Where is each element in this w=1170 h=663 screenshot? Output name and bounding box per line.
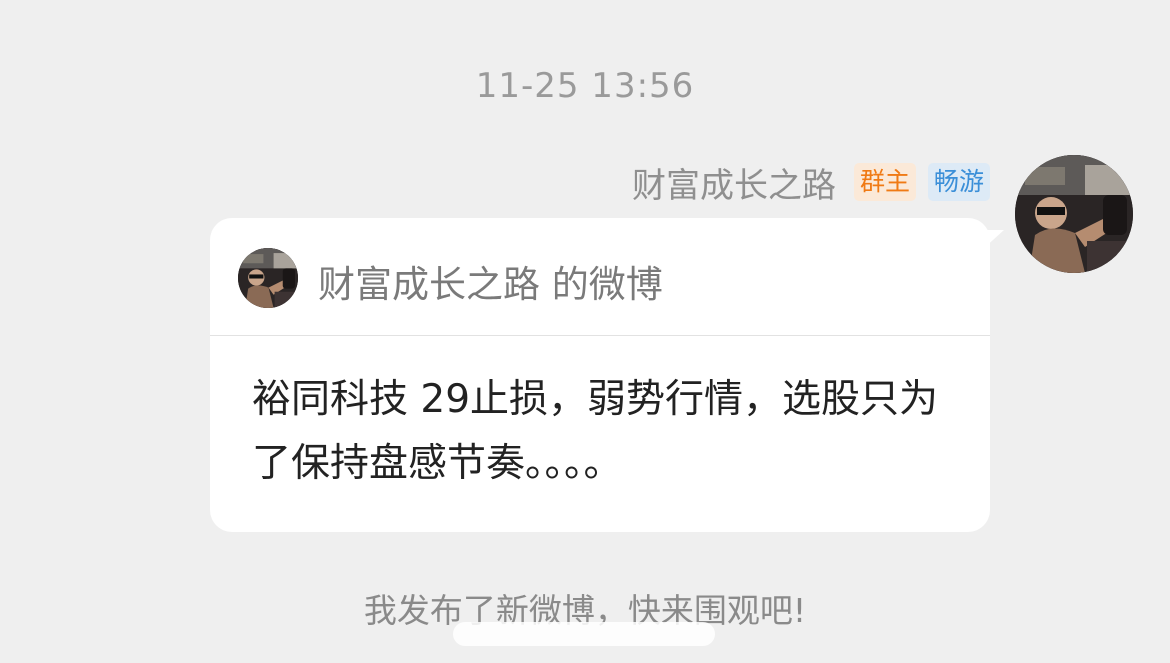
- home-indicator[interactable]: [453, 622, 715, 646]
- sender-info: 财富成长之路 群主 畅游: [632, 158, 990, 207]
- sender-name[interactable]: 财富成长之路: [632, 158, 836, 207]
- card-header[interactable]: 财富成长之路 的微博: [210, 218, 990, 336]
- avatar-photo-icon: [238, 248, 298, 308]
- weibo-share-card[interactable]: 财富成长之路 的微博 裕同科技 29止损，弱势行情，选股只为了保持盘感节奏。。。…: [210, 218, 990, 532]
- group-owner-badge: 群主: [853, 163, 916, 201]
- message-timestamp: 11-25 13:56: [475, 66, 695, 106]
- avatar-photo-icon: [1015, 155, 1133, 273]
- card-author-avatar: [238, 248, 298, 308]
- sender-avatar[interactable]: [1015, 155, 1133, 273]
- member-level-badge: 畅游: [927, 163, 990, 201]
- card-title: 财富成长之路 的微博: [318, 263, 663, 306]
- card-body-text: 裕同科技 29止损，弱势行情，选股只为了保持盘感节奏。。。。: [252, 377, 939, 486]
